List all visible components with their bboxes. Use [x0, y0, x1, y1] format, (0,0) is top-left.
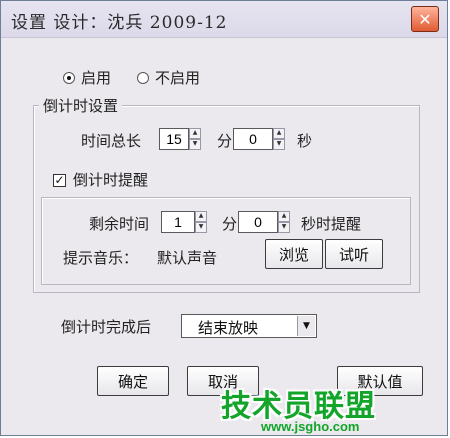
chevron-down-icon: ▼: [303, 321, 310, 331]
title-bar: 设置 设计：沈兵 2009-12 ✕: [1, 1, 447, 38]
radio-disable-label: 不启用: [155, 69, 201, 87]
spin-up-icon[interactable]: ▲: [273, 128, 285, 139]
radio-enable-indicator[interactable]: [63, 71, 75, 84]
window-title: 设置 设计：沈兵 2009-12: [11, 13, 228, 33]
reminder-seconds-input[interactable]: 0: [238, 211, 278, 233]
music-label: 提示音乐：: [63, 249, 139, 267]
browse-button-label: 浏览: [278, 245, 309, 264]
reminder-seconds-stepper[interactable]: 0 ▲ ▼: [238, 211, 290, 233]
total-seconds-stepper[interactable]: 0 ▲ ▼: [233, 128, 285, 150]
spin-up-icon[interactable]: ▲: [278, 211, 290, 222]
reminder-checkbox[interactable]: ✓: [53, 174, 66, 187]
spin-down-icon[interactable]: ▼: [278, 222, 290, 233]
music-value: 默认声音: [157, 249, 218, 267]
reminder-minutes-stepper[interactable]: 1 ▲ ▼: [161, 211, 207, 233]
dropdown-arrow-icon[interactable]: ▼: [297, 316, 315, 336]
total-minutes-input[interactable]: 15: [159, 128, 189, 150]
spin-up-icon[interactable]: ▲: [189, 128, 201, 139]
watermark-url: www.jsgho.com: [261, 419, 360, 434]
settings-dialog: 设置 设计：沈兵 2009-12 ✕ 启用 不启用 倒计时设置 时间总长 15 …: [0, 0, 448, 436]
browse-button[interactable]: 浏览: [265, 239, 323, 269]
radio-enable[interactable]: 启用: [63, 67, 111, 88]
total-time-label: 时间总长: [81, 132, 142, 150]
close-button[interactable]: ✕: [411, 6, 439, 32]
listen-button[interactable]: 试听: [325, 239, 383, 269]
close-icon: ✕: [418, 9, 432, 29]
countdown-group-title: 倒计时设置: [39, 95, 123, 116]
ok-button-label: 确定: [117, 372, 148, 391]
mode-radio-group: 启用 不启用: [63, 67, 226, 88]
listen-button-label: 试听: [338, 245, 369, 264]
radio-enable-label: 启用: [81, 69, 112, 87]
after-finish-label: 倒计时完成后: [61, 318, 152, 336]
total-minutes-stepper[interactable]: 15 ▲ ▼: [159, 128, 201, 150]
total-minutes-unit: 分: [217, 132, 233, 150]
spin-down-icon[interactable]: ▼: [273, 139, 285, 150]
total-seconds-unit: 秒: [297, 132, 313, 150]
total-seconds-input[interactable]: 0: [233, 128, 273, 150]
after-finish-selected: 结束放映: [198, 319, 259, 337]
remaining-time-label: 剩余时间: [89, 215, 150, 233]
spin-down-icon[interactable]: ▼: [189, 139, 201, 150]
watermark: 技术员联盟 www.jsgho.com: [221, 381, 449, 437]
check-icon: ✓: [54, 173, 65, 187]
radio-disable-indicator[interactable]: [137, 71, 150, 84]
radio-disable[interactable]: 不启用: [137, 67, 200, 88]
reminder-seconds-suffix: 秒时提醒: [301, 215, 362, 233]
reminder-minutes-input[interactable]: 1: [161, 211, 195, 233]
reminder-minutes-unit: 分: [222, 215, 238, 233]
after-finish-dropdown[interactable]: 结束放映 ▼: [181, 314, 317, 338]
ok-button[interactable]: 确定: [97, 366, 169, 396]
spin-down-icon[interactable]: ▼: [195, 222, 207, 233]
spin-up-icon[interactable]: ▲: [195, 211, 207, 222]
reminder-checkbox-label: 倒计时提醒: [73, 171, 149, 189]
